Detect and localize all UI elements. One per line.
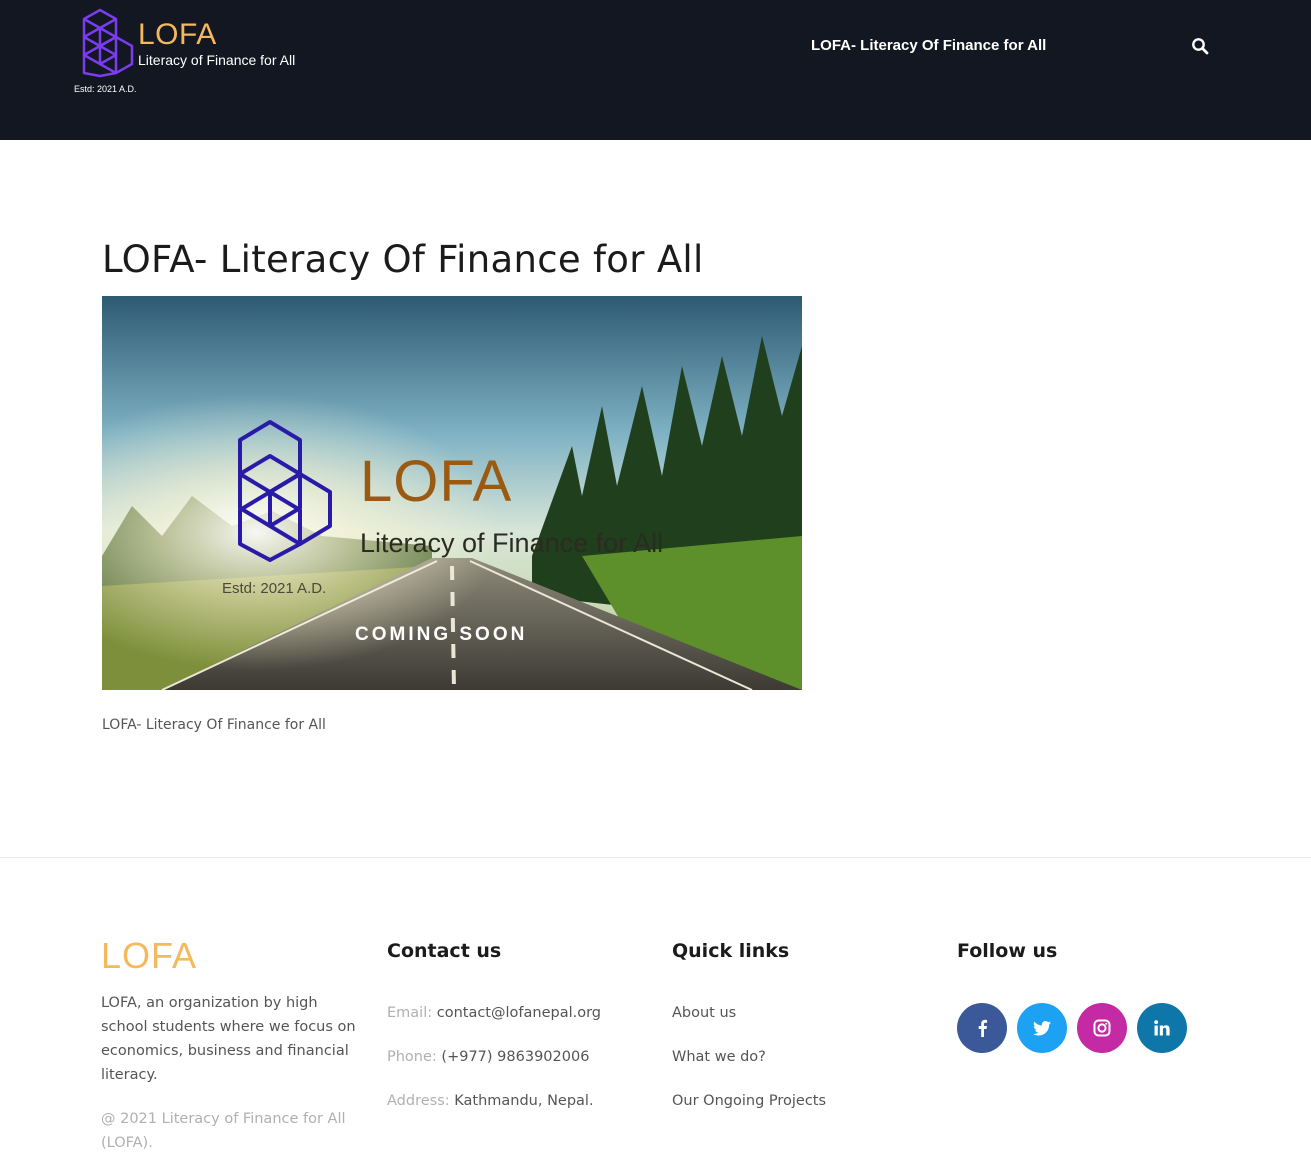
site-logo[interactable]: LOFA Literacy of Finance for All Estd: 2… — [72, 8, 332, 100]
linkedin-button[interactable] — [1137, 1003, 1187, 1053]
quick-links-heading: Quick links — [672, 940, 790, 962]
hero-established: Estd: 2021 A.D. — [222, 580, 327, 597]
footer-logo[interactable]: LOFA — [101, 935, 197, 977]
hero-logo-word: LOFA — [360, 449, 513, 514]
contact-address-row: Address: Kathmandu, Nepal. — [387, 1093, 594, 1109]
twitter-button[interactable] — [1017, 1003, 1067, 1053]
contact-email-row: Email: contact@lofanepal.org — [387, 1005, 601, 1021]
logo-cubes-icon — [82, 8, 134, 78]
site-header: LOFA Literacy of Finance for All Estd: 2… — [0, 0, 1311, 140]
image-caption: LOFA- Literacy Of Finance for All — [102, 717, 326, 733]
hero-tagline: Literacy of Finance for All — [360, 528, 664, 558]
contact-heading: Contact us — [387, 940, 502, 962]
search-button[interactable] — [1191, 37, 1211, 57]
instagram-button[interactable] — [1077, 1003, 1127, 1053]
follow-heading: Follow us — [957, 940, 1058, 962]
address-label: Address: — [387, 1093, 450, 1109]
facebook-button[interactable] — [957, 1003, 1007, 1053]
twitter-icon — [1033, 1020, 1051, 1036]
instagram-icon — [1093, 1019, 1111, 1037]
footer-copyright: @ 2021 Literacy of Finance for All (LOFA… — [101, 1111, 346, 1151]
phone-label: Phone: — [387, 1049, 437, 1065]
email-link[interactable]: contact@lofanepal.org — [437, 1005, 601, 1021]
quick-link-ongoing-projects[interactable]: Our Ongoing Projects — [672, 1093, 826, 1109]
facebook-icon — [978, 1019, 988, 1037]
quick-link-what-we-do[interactable]: What we do? — [672, 1049, 766, 1065]
linkedin-icon — [1154, 1020, 1170, 1036]
logo-tagline: Literacy of Finance for All — [138, 52, 296, 68]
contact-phone-row: Phone: (+977) 9863902006 — [387, 1049, 589, 1065]
logo-established: Estd: 2021 A.D. — [74, 84, 137, 94]
footer-about-text: LOFA, an organization by high school stu… — [101, 995, 356, 1083]
footer-divider — [0, 857, 1311, 858]
phone-link[interactable]: (+977) 9863902006 — [441, 1049, 589, 1065]
hero-image: LOFA Literacy of Finance for All Estd: 2… — [102, 296, 802, 690]
email-label: Email: — [387, 1005, 433, 1021]
search-icon — [1192, 38, 1209, 55]
address-value: Kathmandu, Nepal. — [454, 1093, 594, 1109]
page-title: LOFA- Literacy Of Finance for All — [102, 238, 704, 281]
quick-link-about-us[interactable]: About us — [672, 1005, 736, 1021]
logo-wordmark: LOFA — [138, 18, 217, 51]
nav-item-home[interactable]: LOFA- Literacy Of Finance for All — [811, 37, 1046, 54]
hero-coming-soon: COMING SOON — [355, 624, 528, 645]
